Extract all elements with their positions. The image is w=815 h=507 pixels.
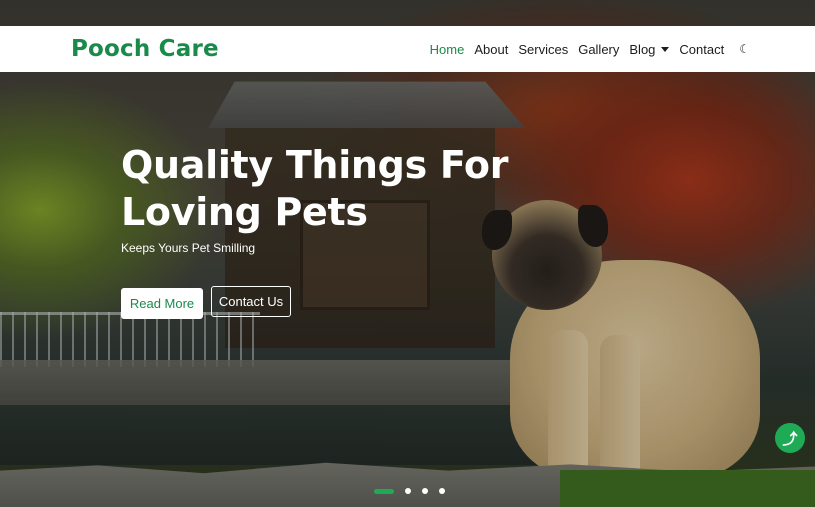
hero-title: Quality Things For Loving Pets xyxy=(121,143,509,234)
nav-item-home[interactable]: Home xyxy=(430,42,465,57)
nav-item-blog-dropdown[interactable]: Blog xyxy=(629,41,670,57)
read-more-button[interactable]: Read More xyxy=(121,288,203,319)
hero-subtitle: Keeps Yours Pet Smilling xyxy=(121,241,256,255)
scroll-to-top-button[interactable]: ⤴ xyxy=(775,423,805,453)
nav-item-contact[interactable]: Contact xyxy=(679,42,724,57)
nav-item-services[interactable]: Services xyxy=(518,42,568,57)
nav-item-label: Blog xyxy=(629,41,656,57)
nav-item-gallery[interactable]: Gallery xyxy=(578,42,619,57)
caret-down-icon xyxy=(661,46,670,52)
nav-item-label: About xyxy=(474,41,509,57)
carousel-indicator-3[interactable] xyxy=(422,488,428,494)
brand-logo[interactable]: Pooch Care xyxy=(71,36,219,62)
carousel-indicator-2[interactable] xyxy=(405,488,411,494)
nav-menu: Home About Services Gallery Blog Contact… xyxy=(430,42,750,57)
contact-us-button[interactable]: Contact Us xyxy=(211,286,291,317)
nav-item-label: Gallery xyxy=(578,41,620,57)
moon-icon[interactable]: ☾ xyxy=(739,42,750,56)
nav-item-about[interactable]: About xyxy=(474,42,508,57)
hero-section: Pooch Care Home About Services Gallery B… xyxy=(0,0,815,507)
arrow-up-icon: ⤴ xyxy=(782,430,798,448)
carousel-indicators xyxy=(374,488,445,494)
navbar: Pooch Care Home About Services Gallery B… xyxy=(0,26,815,72)
carousel-indicator-1[interactable] xyxy=(374,488,394,494)
nav-item-label: Contact xyxy=(679,41,725,57)
carousel-indicator-4[interactable] xyxy=(439,488,445,494)
nav-item-label: Services xyxy=(518,41,569,57)
nav-item-label: Home xyxy=(429,41,465,57)
